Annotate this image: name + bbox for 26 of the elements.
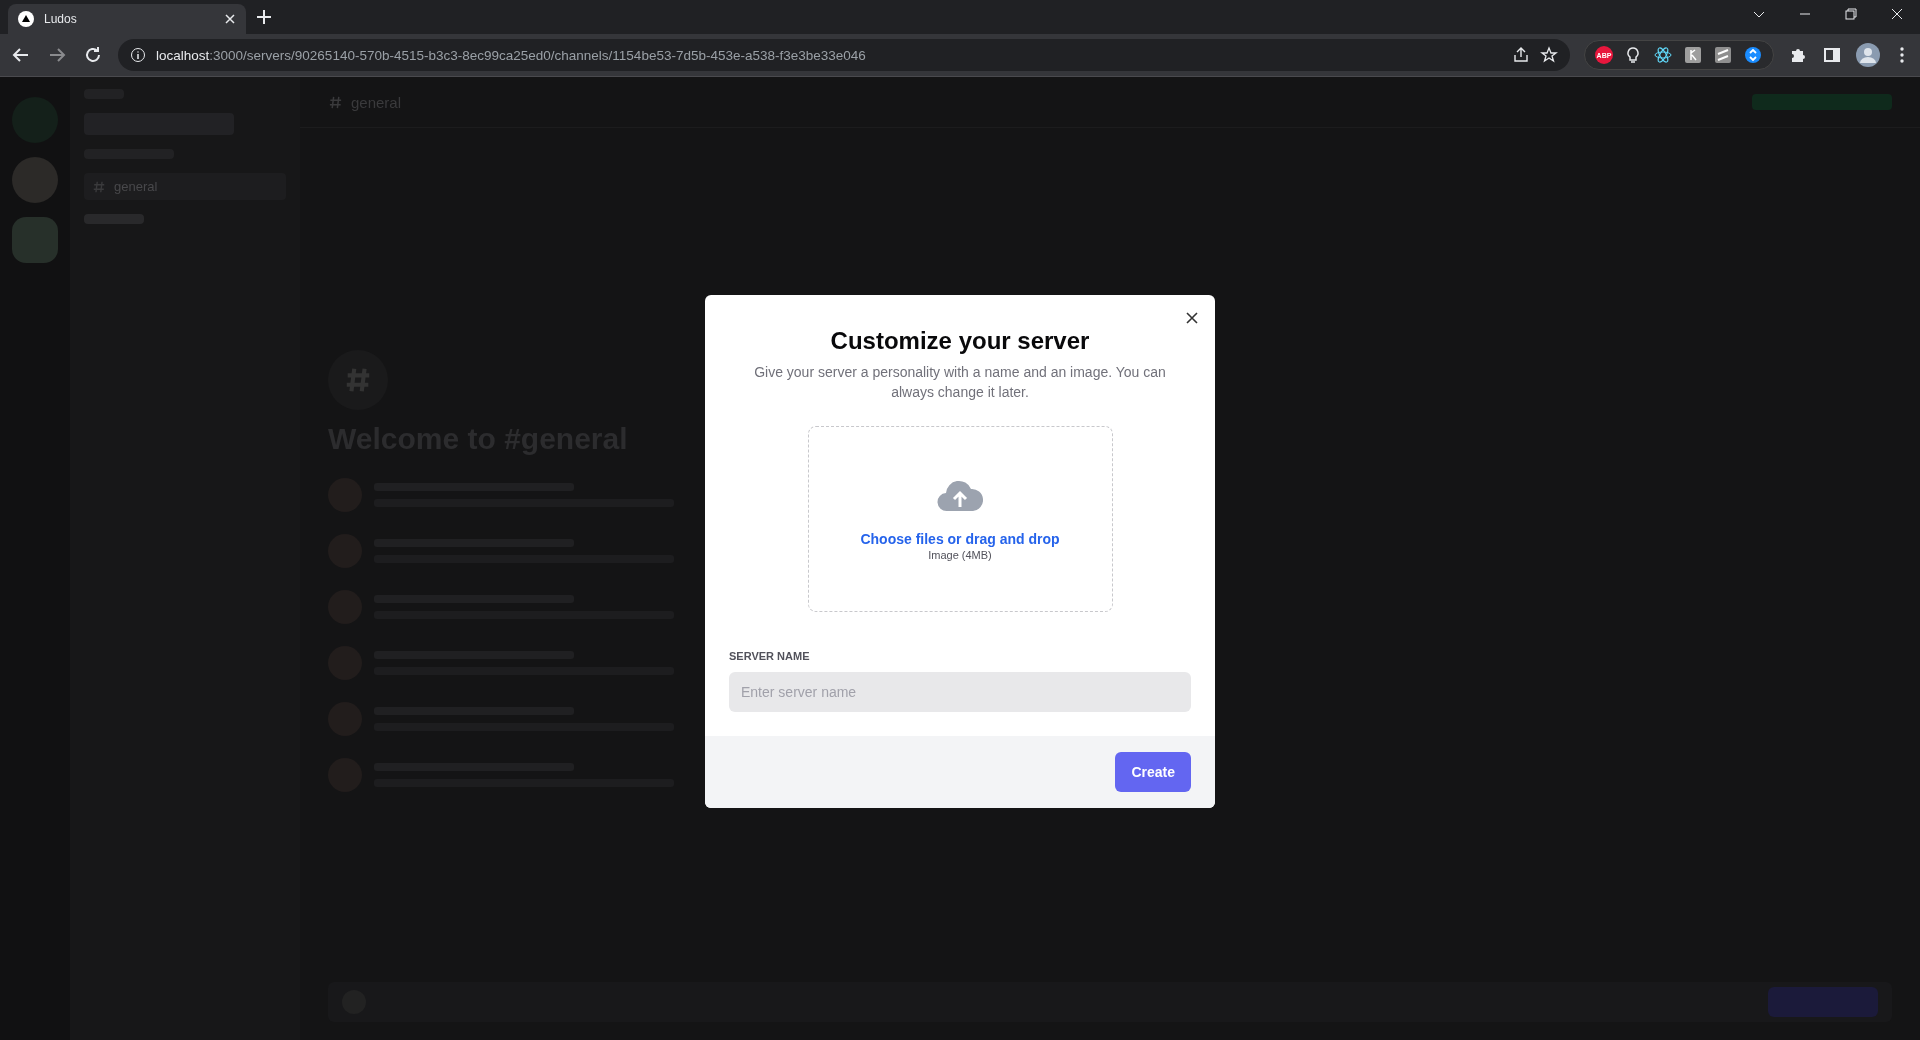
- choose-files-link[interactable]: Choose files or drag and drop: [860, 531, 1060, 548]
- close-icon[interactable]: [224, 13, 236, 25]
- dialog-description: Give your server a personality with a name and an image. You can always change it later.: [753, 363, 1167, 402]
- dialog-title: Customize your server: [830, 327, 1090, 355]
- triangle-logo-icon: [18, 11, 34, 27]
- atom-icon[interactable]: [1653, 45, 1673, 65]
- info-icon[interactable]: [130, 47, 146, 63]
- share-icon[interactable]: [1512, 46, 1530, 64]
- file-dropzone[interactable]: Choose files or drag and drop Image (4MB): [807, 426, 1113, 613]
- file-hint: Image (4MB): [928, 549, 992, 562]
- extension-icon[interactable]: [1683, 45, 1703, 65]
- new-tab-icon[interactable]: [254, 7, 274, 27]
- server-name-input[interactable]: Enter server name: [729, 672, 1191, 713]
- extension-icon[interactable]: [1713, 45, 1733, 65]
- create-button[interactable]: Create: [1115, 752, 1191, 793]
- address-bar[interactable]: localhost:3000/servers/90265140-570b-4515-b3c3-8ec99ca25ed0/channels/1154be53-7d5b-453e-a538-f3e3be33e046: [118, 39, 1570, 71]
- avatar-icon[interactable]: [1856, 43, 1880, 67]
- field-label: SERVER NAME: [729, 650, 811, 663]
- side-panel-icon[interactable]: [1822, 45, 1842, 65]
- tab-title: Ludos: [44, 12, 78, 26]
- hash-icon: [328, 94, 343, 110]
- browser-tab[interactable]: Ludos: [8, 4, 246, 34]
- extension-icon[interactable]: [1743, 45, 1763, 65]
- hash-icon: [92, 179, 106, 194]
- star-icon[interactable]: [1540, 46, 1558, 64]
- url-text: localhost:3000/servers/90265140-570b-4515-b3c3-8ec99ca25ed0/channels/1154be53-7d5b-453e-a538-f3e3be33e046: [156, 47, 867, 63]
